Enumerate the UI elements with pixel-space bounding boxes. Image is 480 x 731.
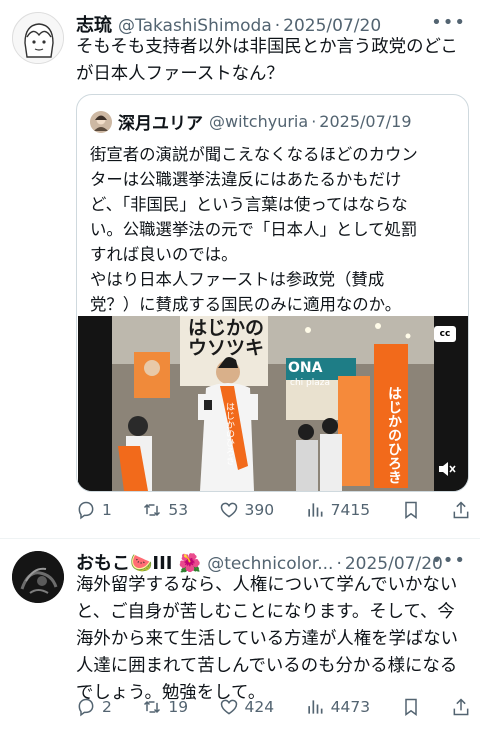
sash-text: はじかのひろき: [224, 402, 234, 465]
author-handle[interactable]: @TakashiShimoda: [118, 16, 272, 36]
views-button[interactable]: 4473: [305, 697, 370, 717]
more-options-icon[interactable]: •••: [431, 550, 466, 571]
heart-icon: [220, 699, 237, 715]
heart-icon: [220, 502, 237, 518]
share-icon: [453, 698, 469, 716]
views-icon: [307, 503, 323, 517]
video-frame: [78, 316, 468, 491]
share-button[interactable]: [451, 500, 471, 520]
reply-count: 1: [102, 501, 112, 519]
quote-date: 2025/07/19: [319, 112, 412, 131]
captions-button[interactable]: cc: [434, 326, 456, 342]
quote-header: 深月ユリア @witchyuria · 2025/07/19: [90, 109, 412, 134]
quote-avatar: [90, 110, 112, 133]
more-options-icon[interactable]: •••: [431, 12, 466, 33]
bookmark-button[interactable]: [401, 500, 421, 520]
post-1[interactable]: 志琉 @TakashiShimoda · 2025/07/20 ••• そもそも…: [0, 0, 480, 538]
repost-button[interactable]: 19: [142, 697, 188, 717]
view-count: 4473: [330, 698, 371, 716]
bookmark-button[interactable]: [401, 697, 421, 717]
share-icon: [453, 501, 469, 519]
post-2[interactable]: おもこ🍉III 🌺 @technicolor... · 2025/07/20 •…: [0, 539, 480, 731]
post-text: 海外留学するなら、人権について学んでいかない と、ご自身が苦しむことになります。…: [76, 575, 459, 703]
separator-dot: ·: [336, 554, 342, 574]
separator-dot: ·: [311, 112, 317, 131]
store-sign-subtext: chi plaza: [290, 378, 330, 388]
bookmark-icon: [404, 698, 417, 716]
mute-icon[interactable]: [438, 461, 456, 481]
post-date[interactable]: 2025/07/20: [345, 554, 443, 574]
like-button[interactable]: 390: [219, 500, 275, 520]
repost-count: 53: [168, 501, 189, 519]
author-handle[interactable]: @technicolor...: [207, 554, 333, 574]
reply-icon: [78, 698, 94, 717]
repost-count: 19: [168, 698, 189, 716]
repost-icon: [144, 503, 161, 517]
user-avatar[interactable]: [12, 551, 64, 603]
user-avatar[interactable]: [12, 12, 64, 64]
post-actions: 1 53 390 7415: [76, 500, 471, 520]
quoted-post[interactable]: 深月ユリア @witchyuria · 2025/07/19 街宣者の演説が聞こ…: [76, 94, 469, 492]
reply-icon: [78, 501, 94, 520]
video-banner-text: はじかの ウソツキ: [187, 317, 264, 359]
repost-icon: [144, 700, 161, 714]
reply-count: 2: [102, 698, 112, 716]
reply-button[interactable]: 2: [76, 697, 112, 717]
video-player[interactable]: はじかの ウソツキ ONA chi plaza はじかのひろき はじかのひろき …: [78, 316, 468, 491]
post-actions: 2 19 424 4473: [76, 697, 471, 717]
view-count: 7415: [330, 501, 371, 519]
like-count: 424: [244, 698, 275, 716]
share-button[interactable]: [451, 697, 471, 717]
views-button[interactable]: 7415: [305, 500, 370, 520]
quote-text: 街宣者の演説が聞こえなくなるほどのカウン ターは公職選挙法違反にはあたるかもだけ…: [90, 145, 418, 314]
post-text: そもそも支持者以外は非国民とか言う政党のどこ が日本人ファーストなん？: [76, 37, 458, 84]
like-count: 390: [244, 501, 275, 519]
store-sign-text: ONA: [288, 360, 323, 376]
post-date[interactable]: 2025/07/20: [283, 16, 381, 36]
views-icon: [307, 700, 323, 714]
reply-button[interactable]: 1: [76, 500, 112, 520]
quote-author-handle: @witchyuria: [209, 112, 309, 131]
bookmark-icon: [404, 501, 417, 519]
like-button[interactable]: 424: [219, 697, 275, 717]
separator-dot: ·: [274, 16, 281, 36]
quote-author-name: 深月ユリア: [118, 114, 203, 134]
flag-text: はじかのひろき: [386, 386, 402, 484]
repost-button[interactable]: 53: [142, 500, 188, 520]
